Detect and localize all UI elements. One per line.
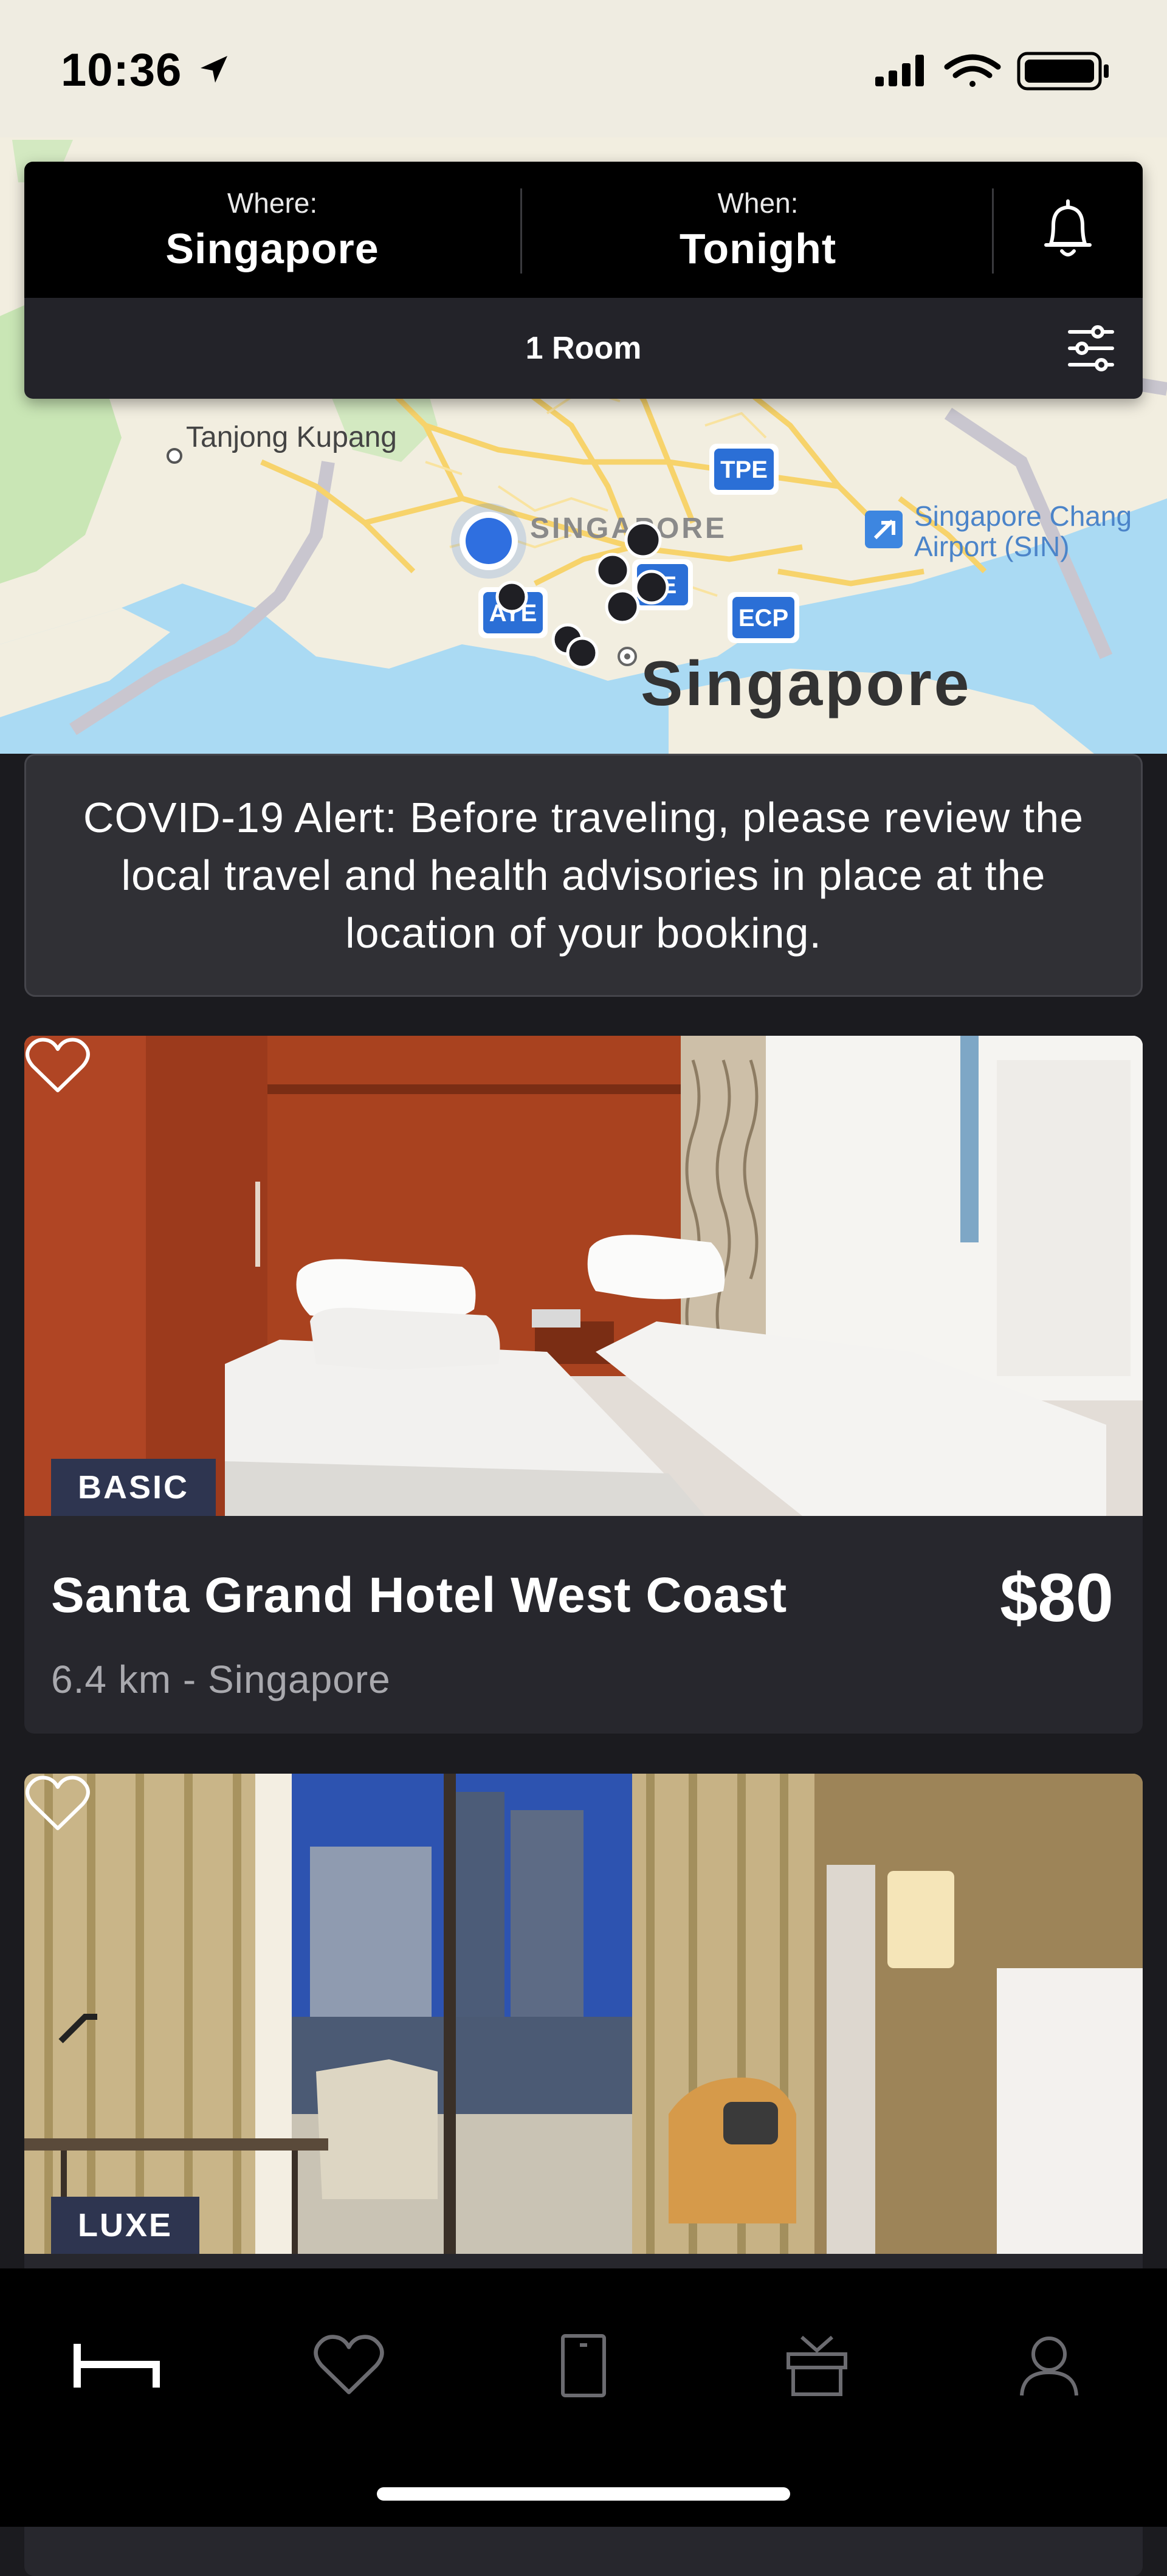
- favorite-heart-icon[interactable]: [24, 1036, 91, 1097]
- hotel-room-image: [24, 1774, 1143, 2254]
- divider: [520, 188, 522, 274]
- map-label-airport-line1: Singapore Chang: [914, 500, 1132, 532]
- tab-favorites[interactable]: [288, 2317, 410, 2414]
- tab-profile[interactable]: [988, 2317, 1110, 2414]
- heart-icon: [314, 2335, 384, 2394]
- search-panel: Where: Singapore When: Tonight 1 Room: [24, 162, 1143, 399]
- status-icons: [875, 52, 1109, 91]
- hotel-card[interactable]: BASIC Santa Grand Hotel West Coast $80 6…: [24, 1036, 1143, 1734]
- search-top-bar: Where: Singapore When: Tonight: [24, 162, 1143, 298]
- covid-alert-text: COVID-19 Alert: Before traveling, please…: [83, 793, 1084, 957]
- status-bar: 10:36: [0, 0, 1167, 137]
- signal-icon: [875, 55, 924, 86]
- svg-text:ECP: ECP: [738, 605, 788, 632]
- tier-badge: BASIC: [51, 1459, 216, 1516]
- tab-bookings[interactable]: [523, 2317, 644, 2414]
- profile-icon: [1020, 2337, 1078, 2396]
- shield-tpe: TPE: [709, 444, 779, 495]
- hotel-name: Santa Grand Hotel West Coast: [51, 1568, 788, 1623]
- tab-hotels[interactable]: [56, 2317, 177, 2414]
- hotel-location: 6.4 km - Singapore: [51, 1658, 391, 1701]
- rooms-bar[interactable]: 1 Room: [24, 298, 1143, 399]
- filter-icon[interactable]: [1064, 322, 1118, 374]
- tab-rewards[interactable]: [756, 2317, 878, 2414]
- home-indicator: [377, 2487, 790, 2501]
- tier-badge: LUXE: [51, 2197, 200, 2254]
- shield-ecp: ECP: [728, 592, 799, 643]
- where-value: Singapore: [165, 225, 379, 272]
- hotel-photo[interactable]: LUXE: [24, 1774, 1143, 2254]
- location-arrow-icon: [201, 56, 227, 83]
- bed-icon: [74, 2344, 160, 2388]
- svg-text:TPE: TPE: [720, 456, 768, 483]
- wifi-icon: [944, 54, 1001, 87]
- when-field[interactable]: When: Tonight: [523, 162, 993, 298]
- when-value: Tonight: [679, 225, 837, 272]
- hotel-price: $80: [1000, 1560, 1114, 1636]
- map-label-tanjong-kupang: Tanjong Kupang: [186, 421, 397, 453]
- bell-icon: [1044, 199, 1092, 257]
- hotel-info: Santa Grand Hotel West Coast $80 6.4 km …: [24, 1516, 1143, 1734]
- battery-icon: [1017, 52, 1109, 91]
- favorite-heart-icon[interactable]: [24, 1774, 91, 1834]
- where-label: Where:: [227, 187, 318, 219]
- rooms-count: 1 Room: [525, 331, 642, 366]
- alerts-button[interactable]: [993, 162, 1143, 298]
- where-field[interactable]: Where: Singapore: [24, 162, 520, 298]
- hotel-photo[interactable]: BASIC: [24, 1036, 1143, 1516]
- door-icon: [561, 2334, 606, 2397]
- status-time: 10:36: [61, 44, 182, 96]
- map-label-airport-line2: Airport (SIN): [914, 531, 1070, 562]
- gift-icon: [787, 2335, 847, 2396]
- when-label: When:: [717, 187, 799, 219]
- hotel-room-image: [24, 1036, 1143, 1516]
- covid-alert-banner[interactable]: COVID-19 Alert: Before traveling, please…: [24, 754, 1143, 997]
- map-label-singapore-big: Singapore: [641, 649, 972, 719]
